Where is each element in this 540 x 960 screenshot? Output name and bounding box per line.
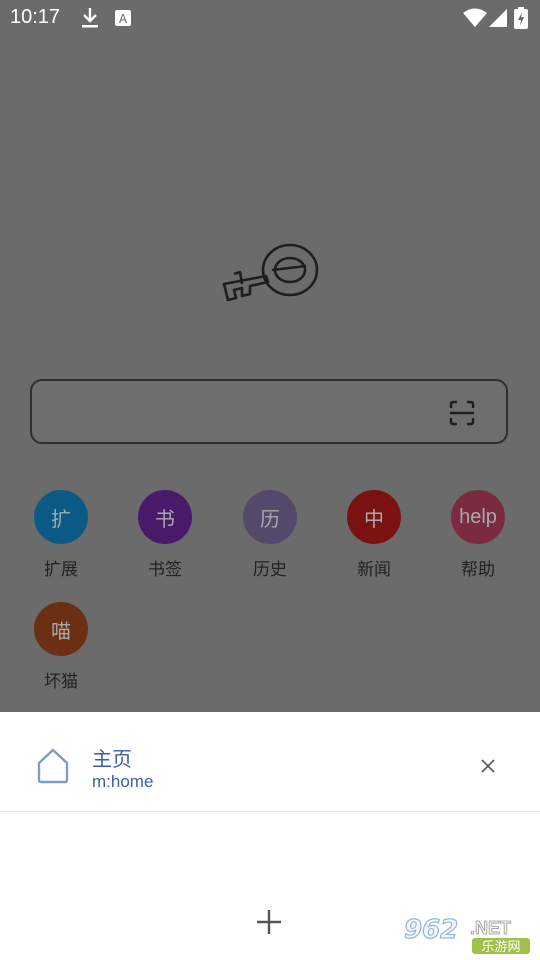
site-watermark: 962 .NET 乐游网 (400, 912, 534, 956)
scan-icon[interactable] (448, 399, 476, 427)
status-bar: 10:17 A (0, 0, 540, 36)
shortcut-help-icon: help (451, 490, 505, 544)
shortcut-bookmarks-label: 书签 (148, 560, 182, 580)
shortcut-help[interactable]: help 帮助 (428, 490, 528, 580)
battery-charging-icon (514, 7, 528, 29)
tab-url: m:home (92, 772, 154, 791)
download-icon (80, 8, 100, 28)
shortcut-badcat-label: 坏猫 (44, 672, 78, 692)
watermark-caption: 乐游网 (481, 940, 520, 955)
close-icon[interactable] (478, 756, 498, 776)
app-logo (220, 238, 320, 314)
search-bar[interactable] (30, 379, 508, 444)
signal-icon (488, 8, 508, 28)
status-time: 10:17 (10, 6, 61, 28)
wifi-icon (462, 8, 488, 28)
a-badge-icon: A (113, 8, 133, 28)
shortcut-extensions-icon: 扩 (34, 490, 88, 544)
shortcut-bookmarks-icon: 书 (138, 490, 192, 544)
shortcut-extensions[interactable]: 扩 扩展 (11, 490, 111, 580)
tab-item[interactable]: 主页 m:home (0, 712, 540, 812)
tab-title: 主页 (92, 747, 132, 771)
shortcut-history-icon: 历 (243, 490, 297, 544)
svg-text:A: A (119, 12, 128, 26)
home-icon (36, 748, 70, 784)
shortcut-badcat[interactable]: 喵 坏猫 (11, 602, 111, 692)
watermark-number: 962 (404, 915, 458, 945)
shortcut-news-icon: 中 (347, 490, 401, 544)
shortcut-badcat-icon: 喵 (34, 602, 88, 656)
shortcut-history-label: 历史 (253, 560, 287, 580)
plus-icon[interactable] (256, 909, 282, 935)
shortcut-news-label: 新闻 (357, 560, 391, 580)
shortcut-help-label: 帮助 (461, 560, 495, 580)
shortcut-extensions-label: 扩展 (44, 560, 78, 580)
shortcut-news[interactable]: 中 新闻 (324, 490, 424, 580)
shortcut-bookmarks[interactable]: 书 书签 (115, 490, 215, 580)
shortcut-history[interactable]: 历 历史 (220, 490, 320, 580)
watermark-suffix: .NET (470, 918, 511, 938)
